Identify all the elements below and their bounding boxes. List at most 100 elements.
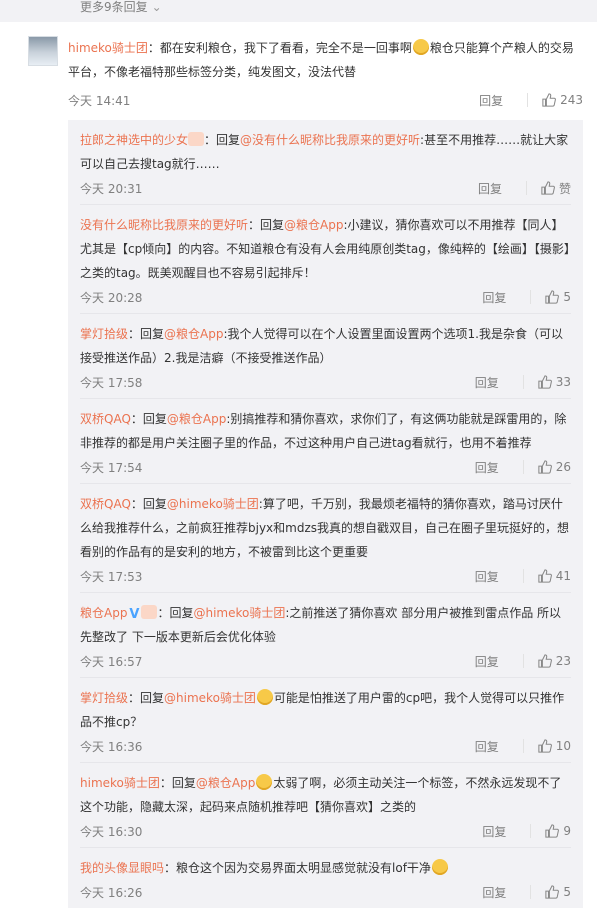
reply-item: 没有什么昵称比我原来的更好听：回复@粮仓App:小建议，猜你喜欢可以不用推荐【同… xyxy=(80,205,571,314)
mention-link[interactable]: @粮仓App xyxy=(196,776,255,790)
like-count: 10 xyxy=(555,739,571,753)
mention-link[interactable]: @himeko骑士团 xyxy=(167,497,259,511)
reply-username[interactable]: 我的头像显眼吗 xyxy=(80,861,164,875)
fire-badge-icon xyxy=(188,132,205,146)
thumbs-up-icon xyxy=(545,885,560,899)
crying-emoji-icon xyxy=(431,859,448,875)
divider xyxy=(530,824,532,838)
reply-item: 掌灯拾级：回复@himeko骑士团 可能是怕推送了用户雷的cp吧，我个人觉得可以只… xyxy=(80,678,571,763)
mention-link[interactable]: @himeko骑士团 xyxy=(193,606,285,620)
reply-item: 双桥QAQ：回复@himeko骑士团:算了吧，千万别，我最烦老福特的猜你喜欢，踏… xyxy=(80,484,571,593)
reply-username[interactable]: 粮仓App xyxy=(80,606,127,620)
mention-link[interactable]: @粮仓App xyxy=(167,412,226,426)
more-replies-link[interactable]: 更多9条回复 ⌄ xyxy=(0,0,597,22)
comment-meta: 今天 14:41 回复 243 xyxy=(68,90,583,110)
reply-time: 今天 16:30 xyxy=(80,824,143,839)
thumbs-up-icon xyxy=(538,375,552,389)
comment-time: 今天 14:41 xyxy=(68,93,131,108)
mention-link[interactable]: @粮仓App xyxy=(164,327,223,341)
thumbs-up-icon xyxy=(541,181,555,195)
reply-time: 今天 17:53 xyxy=(80,569,143,584)
mention-link[interactable]: @没有什么昵称比我原来的更好听 xyxy=(240,133,420,147)
reply-username[interactable]: 拉郎之神选中的少女 xyxy=(80,133,188,147)
reply-word: ：回复 xyxy=(128,327,165,341)
reply-word: ：回复 xyxy=(159,776,196,790)
reply-button[interactable]: 回复 xyxy=(482,823,516,840)
reply-time: 今天 17:54 xyxy=(80,460,143,475)
reply-time: 今天 16:36 xyxy=(80,739,143,754)
divider xyxy=(530,885,532,899)
like-button[interactable]: 41 xyxy=(538,569,571,583)
like-button[interactable]: 5 xyxy=(545,290,571,304)
reply-word: ：回复 xyxy=(130,412,167,426)
reply-word: ：回复 xyxy=(248,218,285,232)
like-count: 23 xyxy=(555,654,571,668)
reply-item: 拉郎之神选中的少女 ：回复@没有什么昵称比我原来的更好听:甚至不用推荐……就让大家… xyxy=(80,120,571,205)
thumbs-up-icon xyxy=(538,739,552,753)
like-count: 9 xyxy=(563,824,571,838)
reply-item: 粮仓App V ：回复@himeko骑士团:之前推送了猜你喜欢 部分用户被推到雷点作… xyxy=(80,593,571,678)
reply-item: 我的头像显眼吗：粮仓这个因为交易界面太明显感觉就没有lof干净 今天 16:26… xyxy=(80,848,571,908)
reply-username[interactable]: himeko骑士团 xyxy=(80,776,160,790)
reply-button[interactable]: 回复 xyxy=(475,653,509,670)
comment-username[interactable]: himeko骑士团 xyxy=(68,41,148,55)
reply-time: 今天 16:26 xyxy=(80,885,143,900)
reply-word: ： xyxy=(164,861,177,875)
divider xyxy=(522,460,524,474)
reply-word: ：回复 xyxy=(130,497,167,511)
reply-word: ：回复 xyxy=(204,133,241,147)
avatar[interactable] xyxy=(28,36,58,66)
like-button[interactable]: 243 xyxy=(542,93,583,107)
reply-username[interactable]: 没有什么昵称比我原来的更好听 xyxy=(80,218,248,232)
reply-item: 掌灯拾级：回复@粮仓App:我个人觉得可以在个人设置里面设置两个选项1.我是杂食… xyxy=(80,314,571,399)
verified-badge-icon: V xyxy=(129,607,140,622)
reply-word: ：回复 xyxy=(157,606,194,620)
like-button[interactable]: 23 xyxy=(538,654,571,668)
mention-link[interactable]: @himeko骑士团 xyxy=(164,691,256,705)
reply-username[interactable]: 掌灯拾级 xyxy=(80,691,128,705)
reply-time: 今天 20:31 xyxy=(80,181,143,196)
divider xyxy=(525,181,527,195)
divider xyxy=(522,569,524,583)
reply-button[interactable]: 回复 xyxy=(475,738,509,755)
like-count: 5 xyxy=(563,885,571,899)
reply-username[interactable]: 双桥QAQ xyxy=(80,497,131,511)
reply-button[interactable]: 回复 xyxy=(475,374,509,391)
divider xyxy=(530,290,532,304)
mention-link[interactable]: @粮仓App xyxy=(284,218,343,232)
like-count: 5 xyxy=(563,290,571,304)
thumbs-up-icon xyxy=(538,460,552,474)
like-count: 41 xyxy=(555,569,571,583)
like-count: 赞 xyxy=(558,181,571,196)
fire-badge-icon xyxy=(141,605,158,619)
reply-username[interactable]: 掌灯拾级 xyxy=(80,327,128,341)
reply-button[interactable]: 回复 xyxy=(475,459,509,476)
more-replies-label: 更多9条回复 xyxy=(80,0,148,14)
reply-button[interactable]: 回复 xyxy=(479,92,513,109)
reply-time: 今天 17:58 xyxy=(80,375,143,390)
reply-button[interactable]: 回复 xyxy=(482,884,516,901)
reply-button[interactable]: 回复 xyxy=(475,568,509,585)
divider xyxy=(522,375,524,389)
reply-button[interactable]: 回复 xyxy=(482,289,516,306)
thumbs-up-icon xyxy=(545,824,560,838)
divider xyxy=(527,93,529,107)
like-button[interactable]: 33 xyxy=(538,375,571,389)
reply-username[interactable]: 双桥QAQ xyxy=(80,412,131,426)
comment-text: himeko骑士团：都在安利粮仓，我下了看看，完全不是一回事啊 粮仓只能算个产粮人… xyxy=(68,36,583,84)
like-button[interactable]: 9 xyxy=(545,824,571,838)
like-button[interactable]: 5 xyxy=(545,885,571,899)
laughing-emoji-icon xyxy=(256,689,273,705)
reply-item: 双桥QAQ：回复@粮仓App:别搞推荐和猜你喜欢，求你们了，有这俩功能就是踩雷用… xyxy=(80,399,571,484)
crying-emoji-icon xyxy=(412,39,429,55)
comment-text-part1: ：都在安利粮仓，我下了看看，完全不是一回事啊 xyxy=(147,41,412,55)
reply-time: 今天 16:57 xyxy=(80,654,143,669)
divider xyxy=(522,654,524,668)
like-button[interactable]: 赞 xyxy=(541,180,571,197)
like-button[interactable]: 26 xyxy=(538,460,571,474)
laughing-emoji-icon xyxy=(256,774,273,790)
like-count: 243 xyxy=(560,93,583,107)
like-button[interactable]: 10 xyxy=(538,739,571,753)
reply-button[interactable]: 回复 xyxy=(478,180,512,197)
reply-word: ：回复 xyxy=(128,691,165,705)
